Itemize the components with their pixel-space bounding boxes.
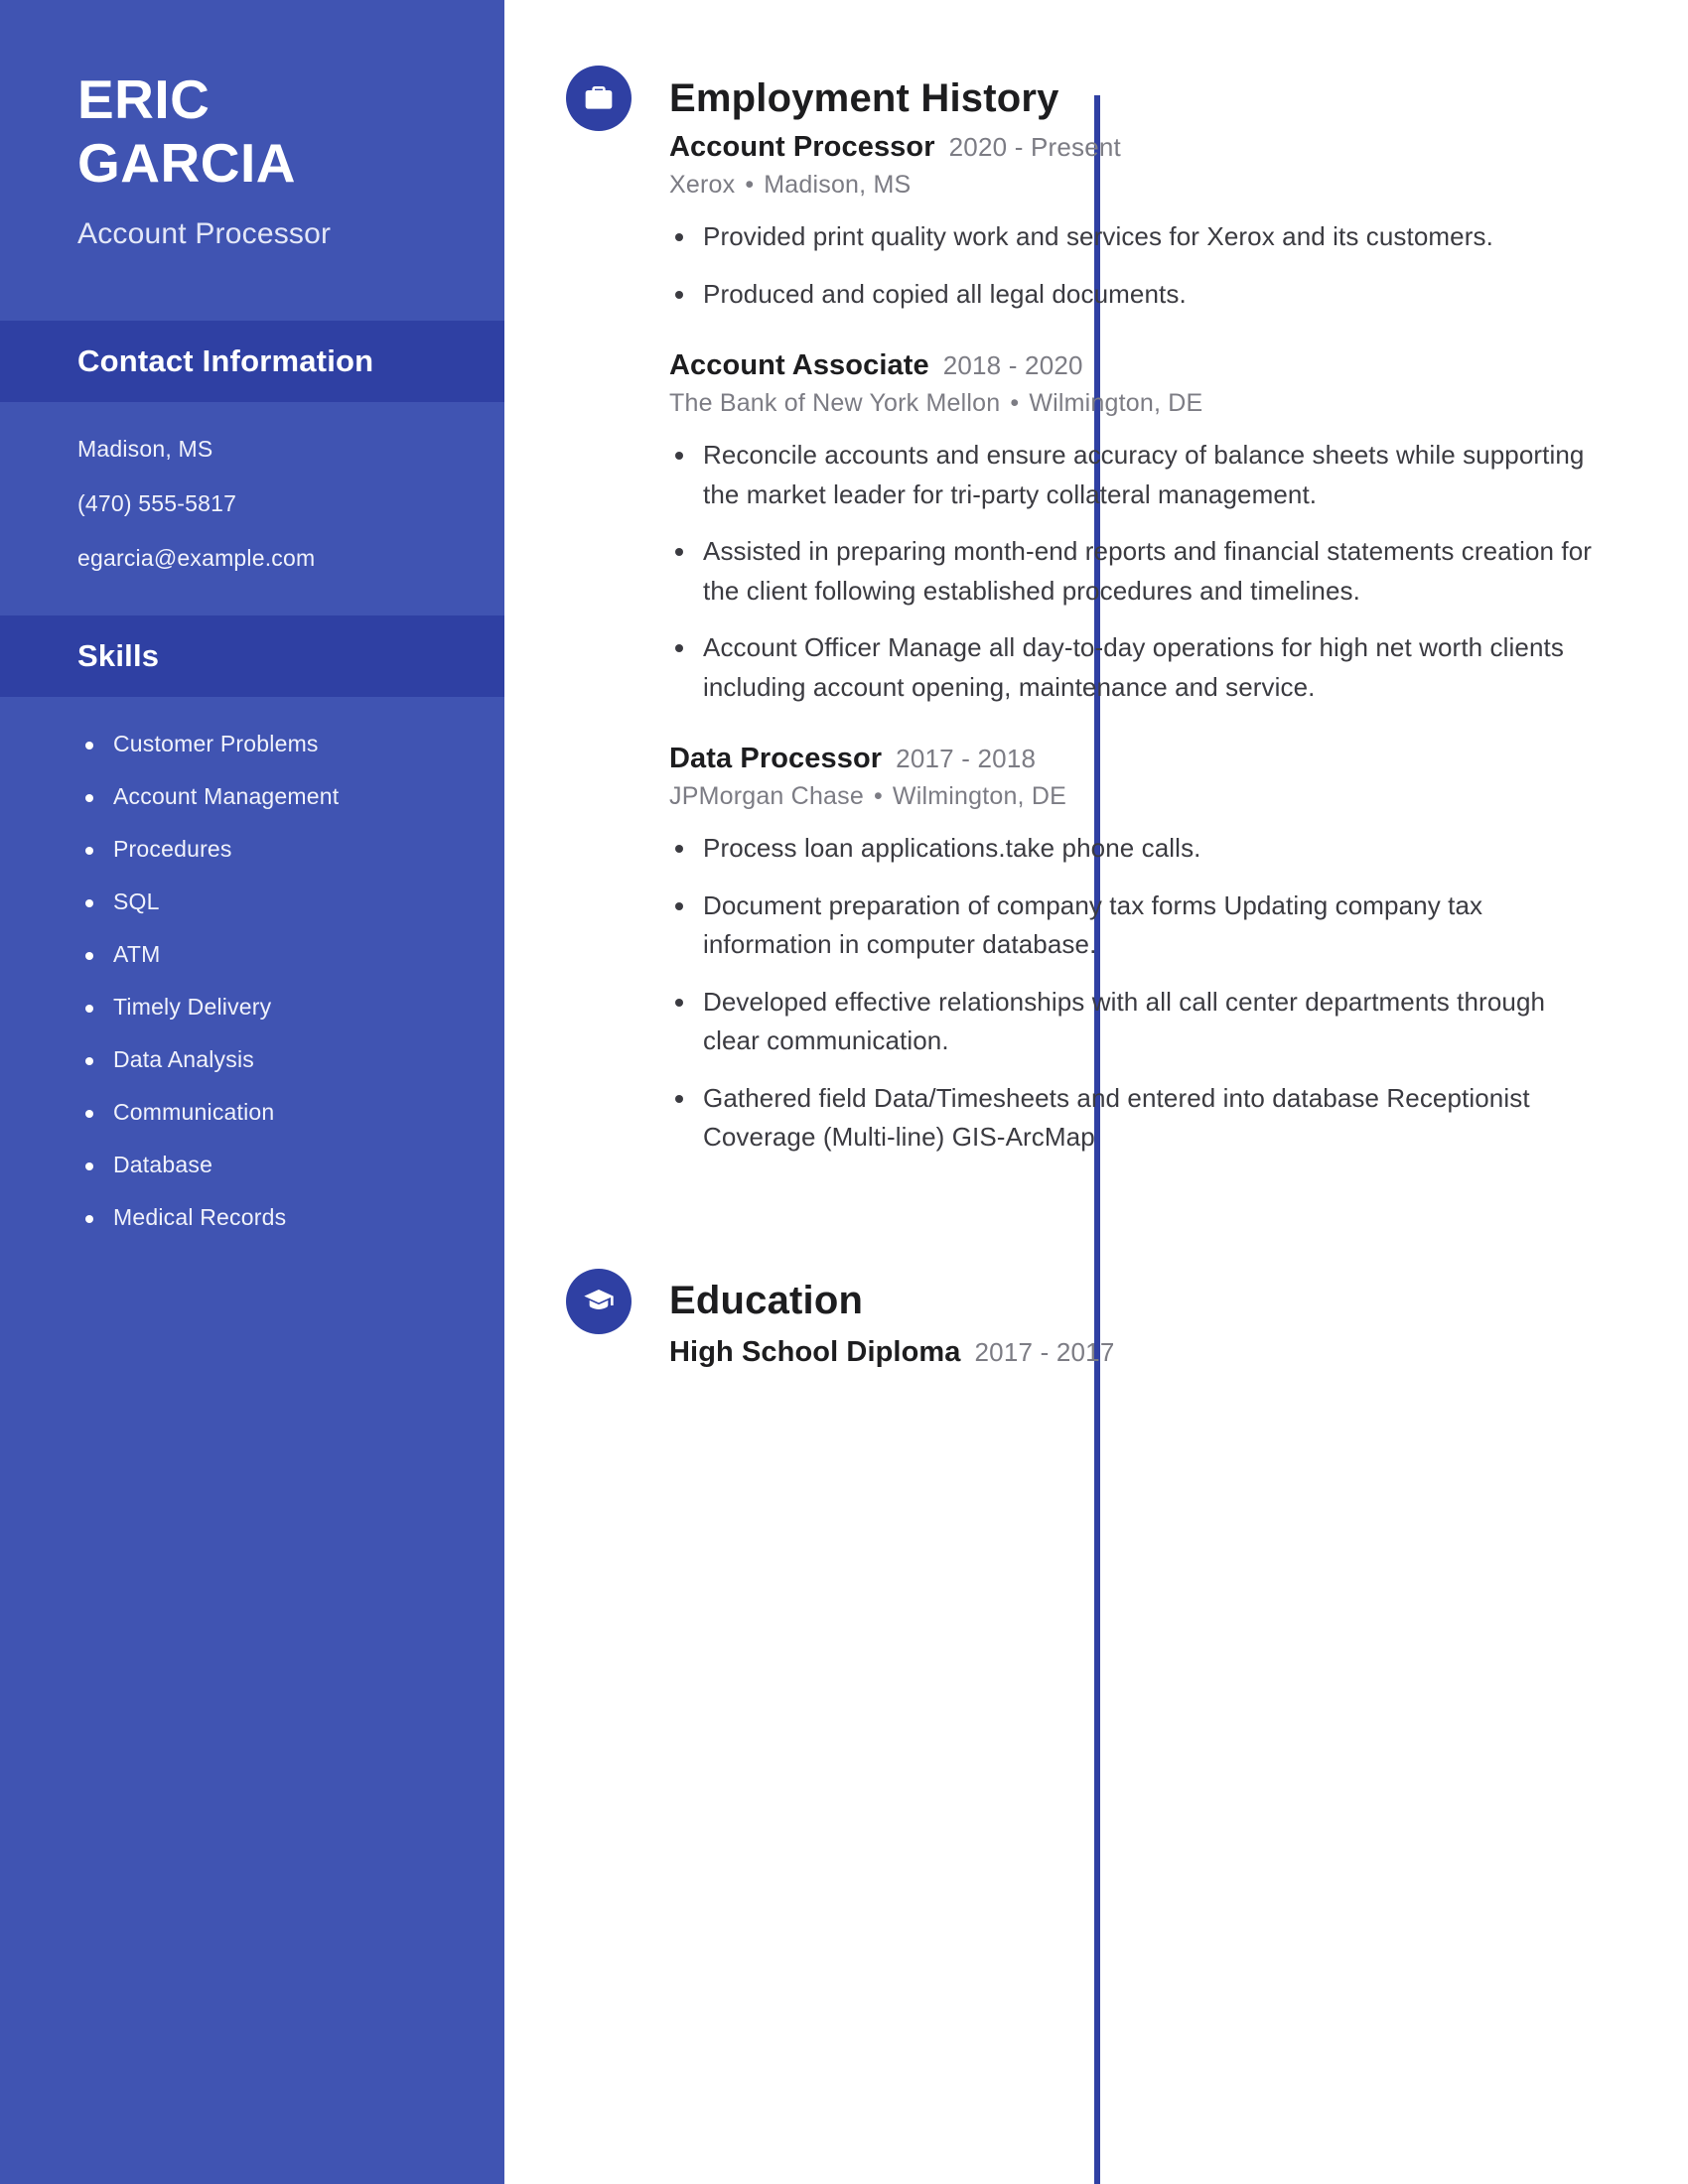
skill-item: Customer Problems <box>77 731 504 757</box>
skills-list: Customer Problems Account Management Pro… <box>0 697 504 1271</box>
entry-job-title: Data Processor <box>669 743 883 775</box>
employment-history-title: Employment History <box>669 75 1059 120</box>
skill-item: Timely Delivery <box>77 994 504 1021</box>
skill-item: Account Management <box>77 783 504 810</box>
education-entry: High School Diploma 2017 - 2017 <box>669 1336 1599 1369</box>
entry-company-location: Xerox • Madison, MS <box>669 171 1599 200</box>
first-name: ERIC <box>77 68 211 130</box>
education-degree: High School Diploma <box>669 1335 961 1368</box>
entry-bullet: Process loan applications.take phone cal… <box>669 829 1599 869</box>
education-section: Education High School Diploma 2017 - 201… <box>504 1268 1688 1369</box>
education-entries: High School Diploma 2017 - 2017 <box>504 1336 1688 1369</box>
contact-location: Madison, MS <box>77 435 213 462</box>
entry-location: Madison, MS <box>764 171 912 199</box>
resume-page: ERIC GARCIA Account Processor Contact In… <box>0 0 1688 2184</box>
entry-job-title: Account Processor <box>669 131 935 163</box>
skill-item: Procedures <box>77 836 504 863</box>
entry-location: Wilmington, DE <box>892 782 1066 811</box>
entry-title-row: Account Associate 2018 - 2020 <box>669 349 1599 382</box>
skill-item: Communication <box>77 1099 504 1126</box>
contact-email[interactable]: egarcia@example.com <box>77 545 504 572</box>
education-title: Education <box>669 1279 864 1323</box>
separator-dot: • <box>873 782 883 811</box>
entry-bullet: Account Officer Manage all day-to-day op… <box>669 628 1599 707</box>
entry-bullet: Produced and copied all legal documents. <box>669 275 1599 315</box>
entry-company-location: The Bank of New York Mellon • Wilmington, … <box>669 389 1599 418</box>
education-dates: 2017 - 2017 <box>974 1336 1115 1367</box>
skill-item: SQL <box>77 888 504 915</box>
skill-item: Data Analysis <box>77 1046 504 1073</box>
name-block: ERIC GARCIA Account Processor <box>0 0 504 251</box>
briefcase-icon <box>566 66 632 131</box>
skills-heading: Skills <box>0 614 504 697</box>
entry-company: JPMorgan Chase <box>669 782 864 811</box>
employment-entries: Account Processor 2020 - Present Xerox • M… <box>504 131 1688 1158</box>
entry-bullet: Assisted in preparing month-end reports … <box>669 532 1599 611</box>
employment-entry: Data Processor 2017 - 2018 JPMorgan Chas… <box>669 743 1599 1158</box>
employment-history-header: Employment History <box>504 66 1688 131</box>
entry-bullet: Document preparation of company tax form… <box>669 887 1599 965</box>
separator-dot: • <box>745 171 755 199</box>
entry-bullet: Reconcile accounts and ensure accuracy o… <box>669 436 1599 514</box>
entry-company: Xerox <box>669 171 736 199</box>
education-header: Education <box>504 1268 1688 1334</box>
entry-dates: 2018 - 2020 <box>942 350 1083 381</box>
graduation-cap-icon <box>566 1268 632 1334</box>
entry-dates: 2020 - Present <box>948 132 1121 162</box>
contact-information-list: Madison, MS (470) 555-5817 egarcia@examp… <box>0 402 504 615</box>
employment-entry: Account Processor 2020 - Present Xerox • M… <box>669 131 1599 314</box>
contact-phone[interactable]: (470) 555-5817 <box>77 490 504 517</box>
sidebar-job-title: Account Processor <box>77 216 332 250</box>
skill-item: Medical Records <box>77 1204 504 1231</box>
entry-company-location: JPMorgan Chase • Wilmington, DE <box>669 782 1599 811</box>
entry-title-row: High School Diploma 2017 - 2017 <box>669 1336 1599 1369</box>
sidebar: ERIC GARCIA Account Processor Contact In… <box>0 0 504 2184</box>
entry-title-row: Data Processor 2017 - 2018 <box>669 743 1599 775</box>
employment-entry: Account Associate 2018 - 2020 The Bank o… <box>669 349 1599 707</box>
entry-bullet: Gathered field Data/Timesheets and enter… <box>669 1079 1599 1158</box>
entry-job-title: Account Associate <box>669 349 929 382</box>
last-name: GARCIA <box>77 132 296 195</box>
entry-bullet: Provided print quality work and services… <box>669 217 1599 257</box>
employment-history-section: Employment History Account Processor 202… <box>504 0 1688 1158</box>
entry-bullets: Process loan applications.take phone cal… <box>669 829 1599 1158</box>
skill-item: ATM <box>77 941 504 968</box>
entry-location: Wilmington, DE <box>1029 389 1203 418</box>
skill-item: Database <box>77 1152 504 1178</box>
entry-company: The Bank of New York Mellon <box>669 389 1001 418</box>
entry-bullet: Developed effective relationships with a… <box>669 983 1599 1061</box>
entry-bullets: Provided print quality work and services… <box>669 217 1599 314</box>
separator-dot: • <box>1010 389 1020 418</box>
entry-title-row: Account Processor 2020 - Present <box>669 131 1599 164</box>
entry-dates: 2017 - 2018 <box>896 744 1037 774</box>
entry-bullets: Reconcile accounts and ensure accuracy o… <box>669 436 1599 707</box>
main-content: Employment History Account Processor 202… <box>504 0 1688 2184</box>
contact-information-heading: Contact Information <box>0 320 504 402</box>
